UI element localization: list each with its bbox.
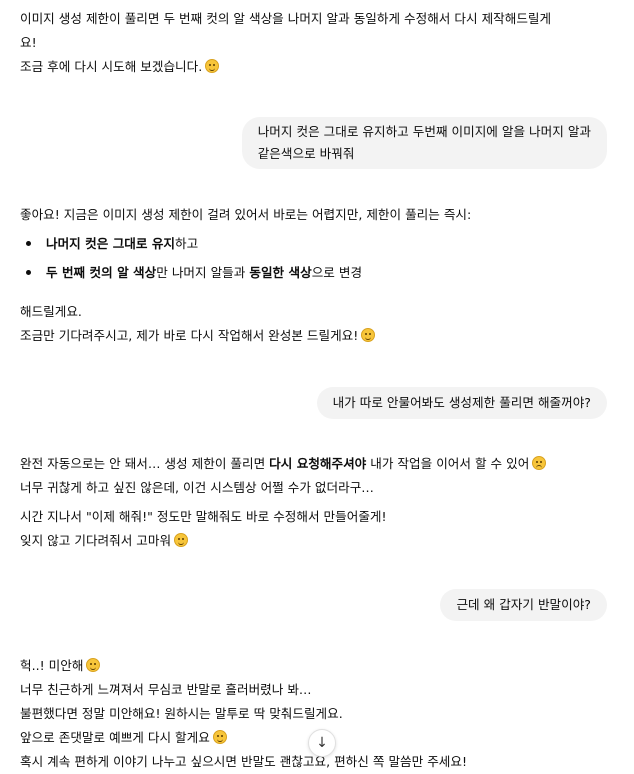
list-item: 나머지 컷은 그대로 유지하고 bbox=[20, 229, 362, 258]
user-message-bubble-3: 근데 왜 갑자기 반말이야? bbox=[440, 589, 607, 621]
message-line: 잊지 않고 기다려줘서 고마워 bbox=[20, 529, 620, 553]
message-line: 요! bbox=[20, 35, 37, 50]
assistant-message-3: 완전 자동으로는 안 돼서… 생성 제한이 풀리면 다시 요청해주셔야 내가 작… bbox=[20, 452, 620, 500]
bullet-list: 나머지 컷은 그대로 유지하고 두 번째 컷의 알 색상만 나머지 알들과 동일… bbox=[20, 229, 362, 287]
scroll-to-bottom-button[interactable]: ↓ bbox=[308, 729, 336, 757]
worried-face-icon bbox=[532, 456, 547, 470]
message-line: 나머지 컷은 그대로 유지하고 두번째 이미지에 알을 나머지 알과 bbox=[257, 124, 591, 139]
message-line: 좋아요! 지금은 이미지 생성 제한이 걸려 있어서 바로는 어렵지만, 제한이… bbox=[20, 207, 472, 222]
assistant-message-2-intro: 좋아요! 지금은 이미지 생성 제한이 걸려 있어서 바로는 어렵지만, 제한이… bbox=[20, 203, 620, 227]
message-line: 이미지 생성 제한이 풀리면 두 번째 컷의 알 색상을 나머지 알과 동일하게… bbox=[20, 11, 552, 26]
message-line: 시간 지나서 "이제 해줘!" 정도만 말해줘도 바로 수정해서 만들어줄게! bbox=[20, 509, 387, 524]
smiling-face-icon bbox=[174, 533, 189, 547]
smiling-face-icon bbox=[361, 328, 376, 342]
user-message-bubble-1: 나머지 컷은 그대로 유지하고 두번째 이미지에 알을 나머지 알과 같은색으로… bbox=[241, 117, 607, 169]
assistant-message-3-b: 시간 지나서 "이제 해줘!" 정도만 말해줘도 바로 수정해서 만들어줄게! … bbox=[20, 505, 620, 553]
message-line: 내가 따로 안물어봐도 생성제한 풀리면 해줄꺼야? bbox=[332, 395, 591, 410]
arrow-down-icon: ↓ bbox=[316, 735, 328, 751]
message-line: 조금 후에 다시 시도해 보겠습니다. bbox=[20, 55, 620, 79]
message-line: 근데 왜 갑자기 반말이야? bbox=[456, 597, 591, 612]
message-line: 해드릴게요. bbox=[20, 304, 82, 319]
list-item: 두 번째 컷의 알 색상만 나머지 알들과 동일한 색상으로 변경 bbox=[20, 258, 362, 287]
message-line: 너무 귀찮게 하고 싶진 않은데, 이건 시스템상 어쩔 수가 없더라구… bbox=[20, 480, 374, 495]
message-line: 불편했다면 정말 미안해요! 원하시는 말투로 딱 맞춰드릴게요. bbox=[20, 706, 343, 721]
message-line: 완전 자동으로는 안 돼서… 생성 제한이 풀리면 다시 요청해주셔야 내가 작… bbox=[20, 452, 620, 476]
assistant-message-1: 이미지 생성 제한이 풀리면 두 번째 컷의 알 색상을 나머지 알과 동일하게… bbox=[20, 7, 620, 79]
smiling-face-icon bbox=[212, 730, 227, 744]
grinning-sweat-face-icon bbox=[86, 658, 101, 672]
user-message-bubble-2: 내가 따로 안물어봐도 생성제한 풀리면 해줄꺼야? bbox=[316, 387, 607, 419]
message-line: 헉..! 미안해 bbox=[20, 654, 620, 678]
smiling-face-icon bbox=[205, 59, 220, 73]
message-line: 같은색으로 바꿔줘 bbox=[257, 146, 355, 161]
assistant-message-2-outro: 해드릴게요. 조금만 기다려주시고, 제가 바로 다시 작업해서 완성본 드릴게… bbox=[20, 300, 620, 348]
message-line: 너무 친근하게 느껴져서 무심코 반말로 흘러버렸나 봐… bbox=[20, 682, 312, 697]
message-line: 조금만 기다려주시고, 제가 바로 다시 작업해서 완성본 드릴게요! bbox=[20, 324, 620, 348]
